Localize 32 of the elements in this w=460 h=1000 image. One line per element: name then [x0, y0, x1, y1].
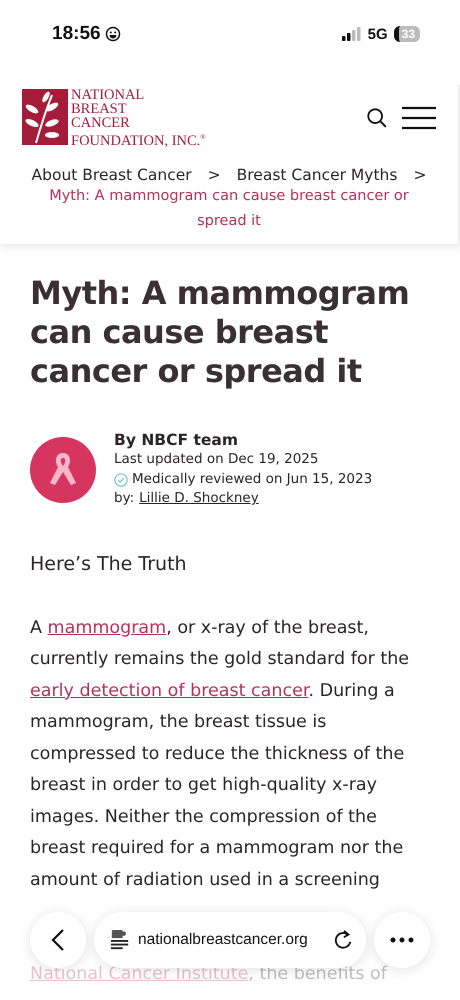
status-time: 18:56: [52, 23, 101, 45]
extension-reader-icon: [110, 929, 130, 951]
address-bar[interactable]: nationalbreastcancer.org: [94, 912, 366, 968]
breadcrumb-separator: >: [208, 166, 221, 184]
ribbon-avatar-icon: [30, 436, 96, 503]
text-link[interactable]: mammogram: [48, 618, 166, 638]
breadcrumb-separator: >: [413, 166, 426, 184]
signal-icon: [342, 27, 362, 41]
network-label: 5G: [368, 26, 388, 42]
foundation-logo-text: NATIONAL BREAST CANCER FOUNDATION, INC.$^{®}$: [71, 88, 206, 148]
reviewed-date: Medically reviewed on Jun 15, 2023: [132, 470, 372, 489]
url-text: nationalbreastcancer.org: [138, 931, 309, 949]
menu-icon[interactable]: [402, 106, 436, 130]
author-byline: By NBCF team: [114, 430, 239, 450]
reviewer-link[interactable]: Lillie D. Shockney: [139, 490, 259, 506]
reviewer-prefix: by:: [114, 490, 134, 506]
breadcrumb-link[interactable]: Breast Cancer Myths: [236, 166, 398, 184]
article-title: Myth: A mammogram can cause breast cancer or spread it: [30, 274, 410, 391]
battery-level: 33: [394, 26, 420, 42]
article-paragraph: A mammogram, or x-ray of the breast, currently remains the gold standard for the early detection of breast cancer. During a mammogram, the breast tissue is compressed to reduce the thickness of the breast in order to get high-quality x-ray images. Neither the compression of the breast required for a mammogram nor the amount of radiation used in a screening: [30, 616, 410, 892]
smiley-icon: [104, 26, 121, 42]
back-icon: [51, 928, 65, 952]
current-page-breadcrumb: Myth: A mammogram can cause breast cancer or spread it: [48, 186, 410, 231]
updated-date: Last updated on Dec 19, 2025: [114, 450, 320, 470]
leaf-branch-logo-icon: [22, 89, 68, 145]
breadcrumb-link[interactable]: About Breast Cancer: [32, 166, 192, 184]
check-circle-icon: [114, 472, 128, 487]
more-icon: [390, 937, 414, 943]
reload-icon[interactable]: [332, 929, 354, 951]
section-heading: Here’s The Truth: [30, 552, 188, 575]
search-icon[interactable]: [366, 107, 388, 130]
text-link[interactable]: early detection of breast cancer: [30, 680, 308, 701]
